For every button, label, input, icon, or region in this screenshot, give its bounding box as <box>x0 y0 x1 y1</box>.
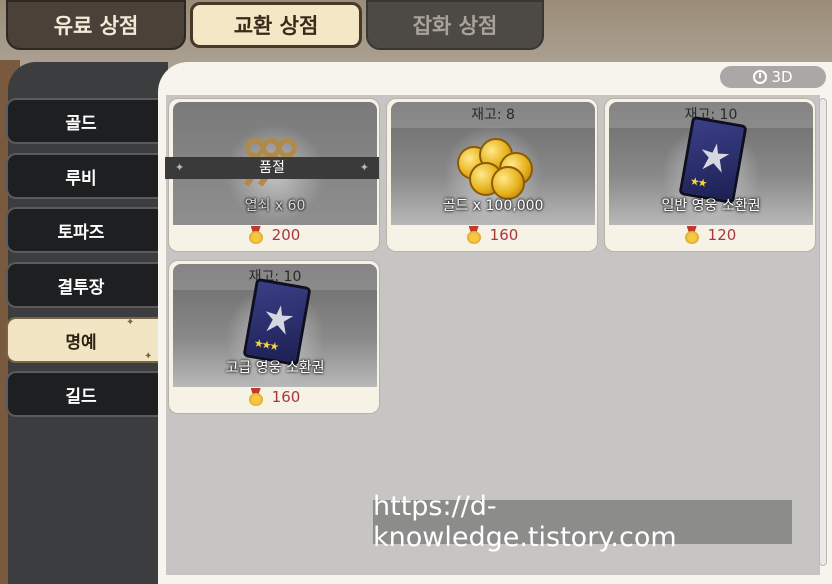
price-value: 200 <box>271 226 301 244</box>
category-label: 길드 <box>65 386 97 407</box>
scrollbar[interactable] <box>819 98 827 566</box>
item-name: 일반 영웅 소환권 <box>661 198 761 214</box>
item-name: 골드 x 100,000 <box>442 198 544 214</box>
honor-medal-icon <box>248 226 264 244</box>
item-art: 재고: 8 골드 x 100,000 <box>391 102 595 225</box>
shop-item-normal-hero-ticket[interactable]: 재고: 10 ★★ 일반 영웅 소환권 120 <box>604 98 816 252</box>
shop-item-advanced-hero-ticket[interactable]: 재고: 10 ★★★ 고급 영웅 소환권 160 <box>168 260 380 414</box>
item-price: 160 <box>387 223 597 247</box>
item-name: 열쇠 x 60 <box>244 198 306 214</box>
shop-item-keys[interactable]: 열쇠 x 60 ✦ 품절 ✦ 200 <box>165 98 380 252</box>
category-arena[interactable]: 결투장 <box>6 262 176 308</box>
category-label: 골드 <box>65 113 97 134</box>
watermark: https://d-knowledge.tistory.com <box>373 491 792 553</box>
price-value: 160 <box>489 226 519 244</box>
shop-item-gold[interactable]: 재고: 8 골드 x 100,000 160 <box>386 98 598 252</box>
refresh-timer-label: 3D <box>771 68 793 86</box>
category-ruby[interactable]: 루비 <box>6 153 176 199</box>
price-value: 120 <box>707 226 737 244</box>
category-honor[interactable]: ✦ ✦ 명예 <box>6 317 176 363</box>
sparkle-icon: ✦ <box>144 351 153 362</box>
tab-paid-shop[interactable]: 유료 상점 <box>6 0 186 50</box>
tab-misc-shop[interactable]: 잡화 상점 <box>366 0 544 50</box>
item-price: 120 <box>605 223 815 247</box>
category-label: 토파즈 <box>57 222 105 243</box>
honor-medal-icon <box>248 388 264 406</box>
category-topaz[interactable]: 토파즈 <box>6 207 176 253</box>
item-art: 재고: 10 ★★ 일반 영웅 소환권 <box>609 102 813 225</box>
gold-coins-icon <box>449 138 539 200</box>
item-price: 200 <box>169 223 379 247</box>
category-gold[interactable]: 골드 <box>6 98 176 144</box>
timer-icon <box>753 70 768 84</box>
tab-exchange-shop[interactable]: 교환 상점 <box>190 2 362 48</box>
honor-medal-icon <box>684 226 700 244</box>
item-price: 160 <box>169 385 379 409</box>
category-guild[interactable]: 길드 <box>6 371 176 417</box>
sold-out-banner: ✦ 품절 ✦ <box>165 157 379 179</box>
refresh-timer-badge: 3D <box>720 66 826 88</box>
honor-medal-icon <box>466 226 482 244</box>
sparkle-icon: ✦ <box>126 317 135 328</box>
category-label: 명예 <box>65 332 97 353</box>
sold-out-label: 품절 <box>259 160 285 176</box>
price-value: 160 <box>271 388 301 406</box>
item-name: 고급 영웅 소환권 <box>225 360 325 376</box>
category-label: 결투장 <box>57 277 105 298</box>
category-label: 루비 <box>65 168 97 189</box>
item-art: 재고: 10 ★★★ 고급 영웅 소환권 <box>173 264 377 387</box>
